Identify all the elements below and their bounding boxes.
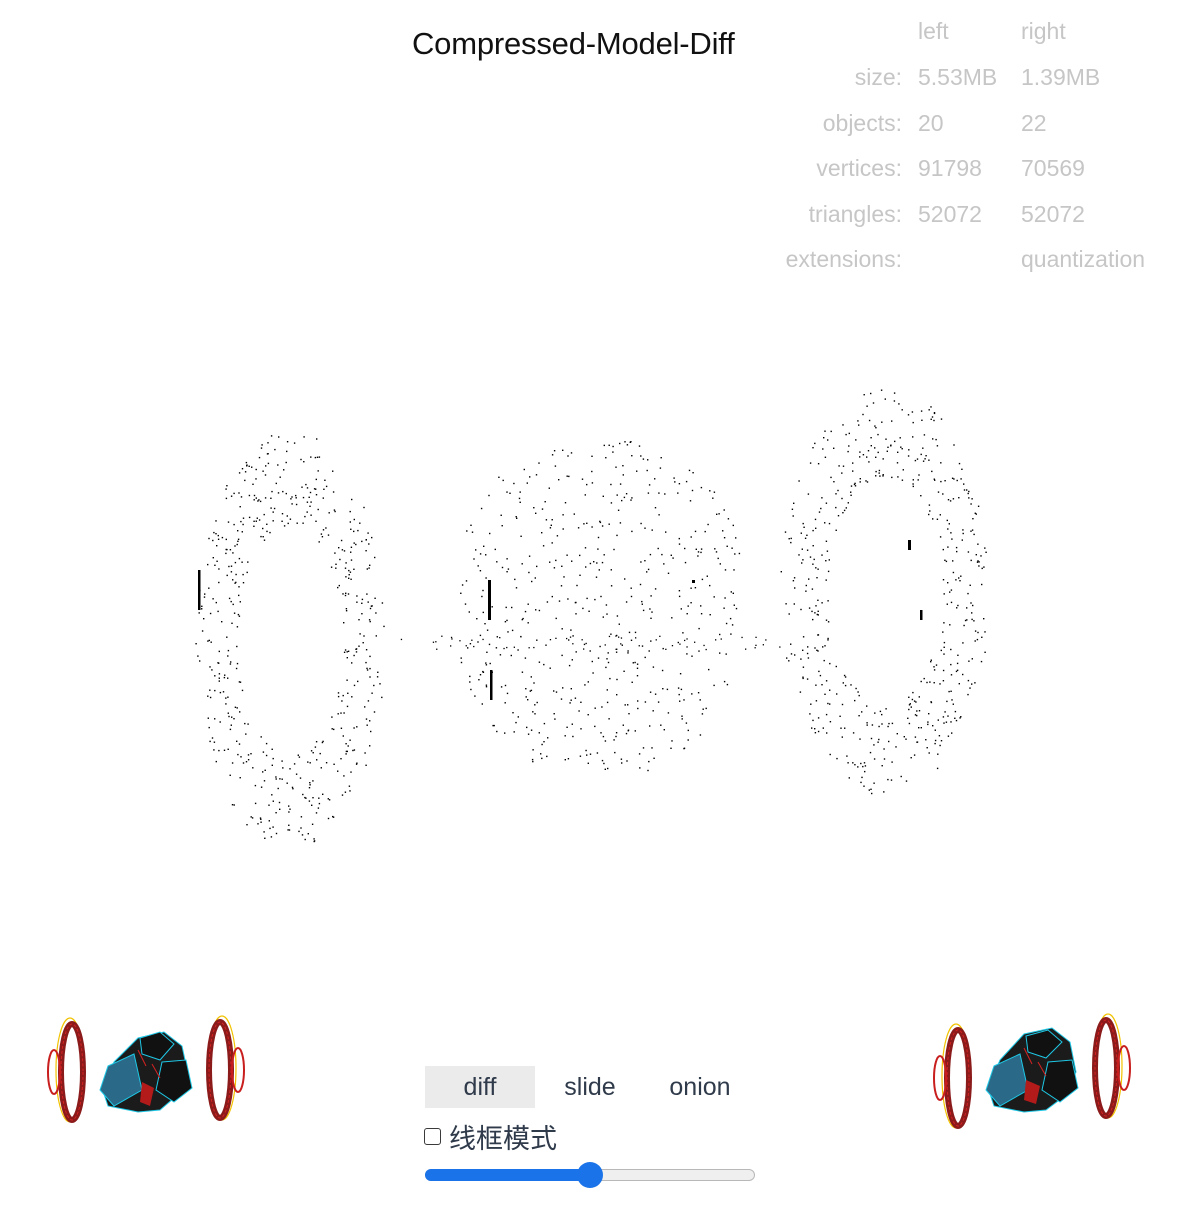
stats-header-row: left right [760,18,1170,48]
stats-right-value: quantization [1021,246,1146,272]
tab-diff[interactable]: diff [425,1066,535,1108]
stats-row-objects: objects: 20 22 [760,110,1170,140]
view-mode-tabs: diff slide onion [425,1066,755,1108]
stats-header-right: right [1021,18,1066,44]
stats-right-value: 52072 [1021,201,1085,227]
stats-row-size: size: 5.53MB 1.39MB [760,64,1170,94]
right-model-thumbnail[interactable] [928,1010,1138,1140]
compressed-model-diff-app: Compressed-Model-Diff left right size: 5… [0,0,1177,1224]
stats-right-value: 22 [1021,110,1047,136]
right-body-icon [985,1027,1079,1113]
stats-label: triangles: [808,201,902,227]
stats-row-extensions: extensions: quantization [760,246,1170,276]
tab-onion[interactable]: onion [645,1066,755,1108]
wireframe-toggle[interactable]: 线框模式 [424,1120,557,1155]
stats-label: objects: [822,110,902,136]
diff-viewport-canvas[interactable] [180,370,1000,860]
left-wheel-icon [206,1015,245,1121]
stats-label: vertices: [816,155,902,181]
stats-left-value: 5.53MB [918,64,998,90]
wireframe-checkbox[interactable] [424,1127,441,1145]
right-wheel-icon [1092,1013,1131,1119]
left-wheel-icon [47,1017,86,1123]
stats-label: extensions: [785,246,902,272]
left-model-thumbnail[interactable] [42,1010,252,1140]
tab-slide[interactable]: slide [535,1066,645,1108]
stats-label: size: [854,64,902,90]
page-title: Compressed-Model-Diff [412,26,735,61]
stats-left-value: 20 [918,110,944,136]
stats-left-value: 52072 [918,201,982,227]
diff-points-layer [195,389,987,843]
stats-row-triangles: triangles: 52072 52072 [760,201,1170,231]
wireframe-label: 线框模式 [449,1123,557,1155]
stats-left-value: 91798 [918,155,982,181]
stats-header-left: left [918,18,949,44]
stats-row-vertices: vertices: 91798 70569 [760,155,1170,185]
left-body-icon [99,1031,193,1113]
right-wheel-icon [933,1023,972,1129]
slider-thumb[interactable] [577,1162,603,1188]
blend-slider[interactable] [425,1162,755,1188]
stats-right-value: 1.39MB [1021,64,1101,90]
stats-right-value: 70569 [1021,155,1085,181]
slider-fill [425,1169,590,1181]
